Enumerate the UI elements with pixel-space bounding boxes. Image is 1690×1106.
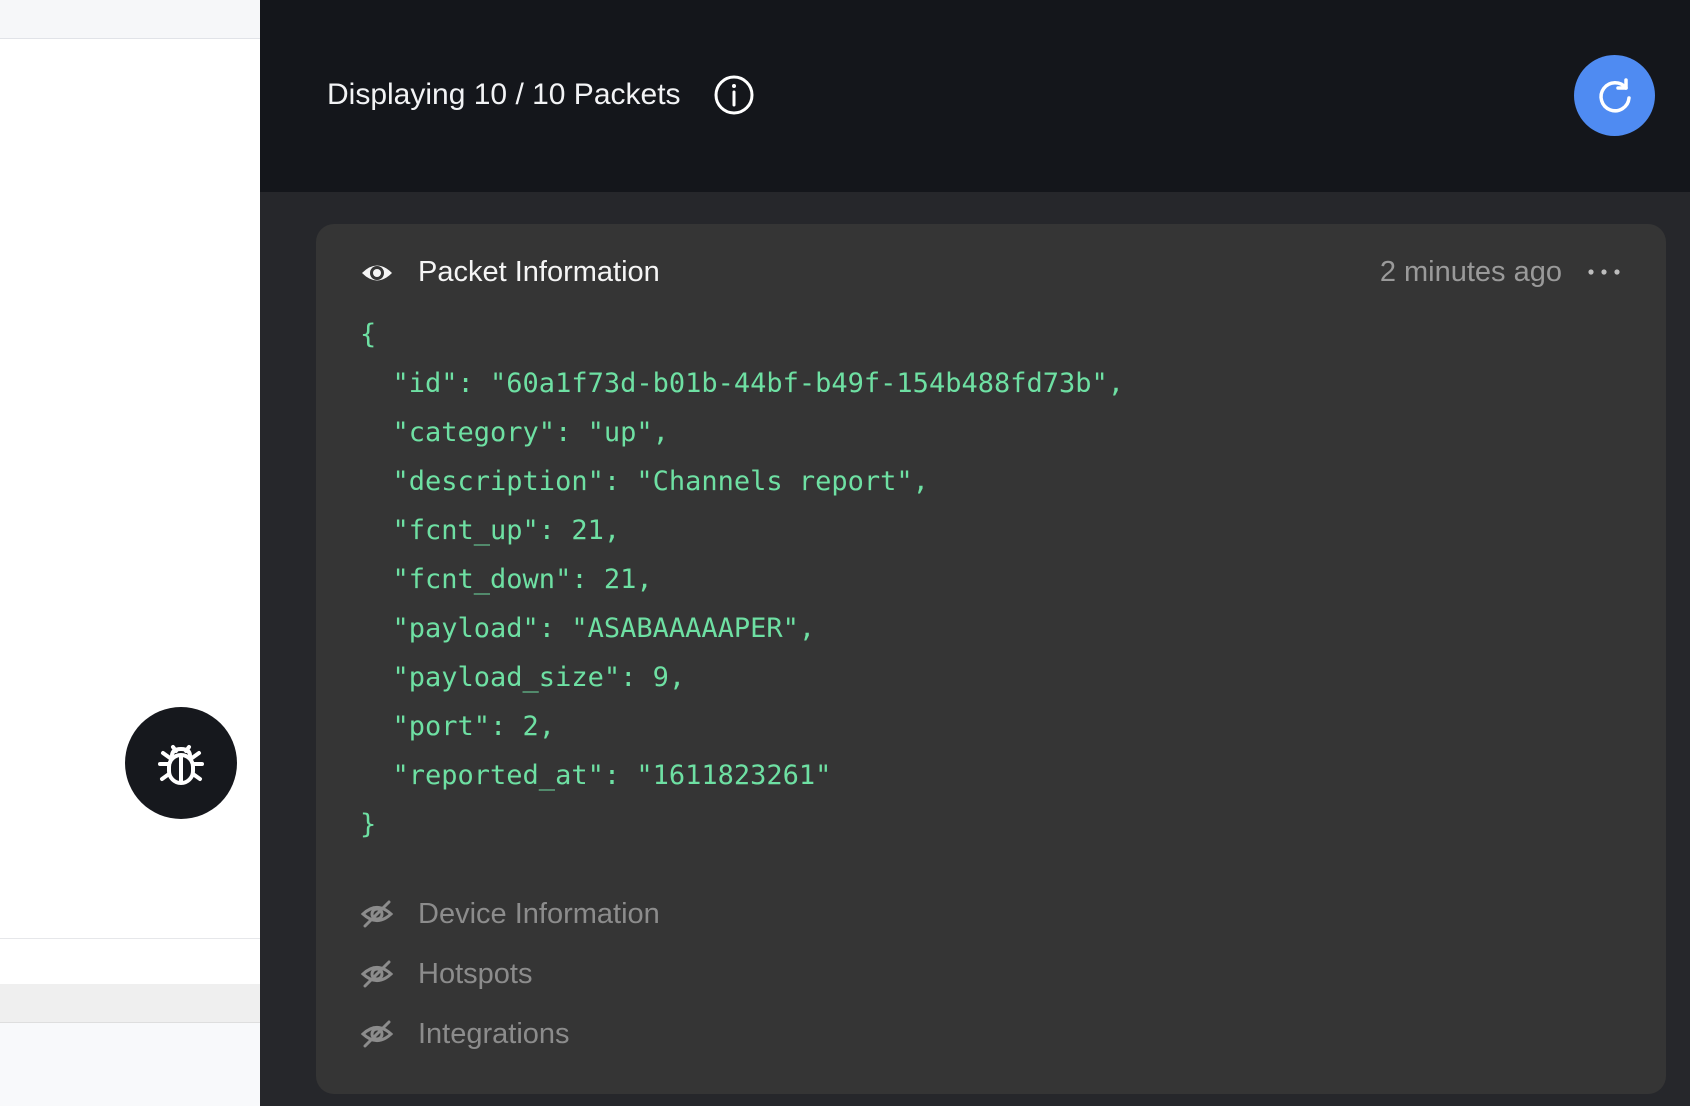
packet-count-title: Displaying 10 / 10 Packets [327,78,681,111]
footer-bar [0,984,260,1023]
json-line: "payload_size": 9, [360,662,686,693]
info-circle-icon[interactable] [713,74,755,116]
more-horizontal-icon[interactable] [1586,260,1622,284]
background-page [0,0,260,1106]
section-hotspots[interactable]: Hotspots [360,954,532,994]
json-line: "category": "up", [360,417,669,448]
divider [0,938,260,939]
debug-panel: Displaying 10 / 10 Packets Packet Inform… [260,0,1690,1106]
page-topbar [0,0,260,39]
footer-area [0,1023,260,1106]
json-line: } [360,809,377,840]
packet-timestamp: 2 minutes ago [1379,256,1562,288]
refresh-icon [1598,77,1631,112]
json-line: "payload": "ASABAAAAAPER", [360,613,816,644]
section-device-information[interactable]: Device Information [360,894,660,934]
eye-off-icon [360,900,394,928]
section-label: Integrations [418,1017,570,1050]
json-line: { [360,319,377,350]
json-line: "description": "Channels report", [360,466,929,497]
panel-header: Displaying 10 / 10 Packets [260,0,1690,192]
bug-icon [158,745,204,785]
packet-card-header[interactable]: Packet Information 2 minutes ago [316,224,1666,314]
section-integrations[interactable]: Integrations [360,1014,570,1054]
json-line: "fcnt_up": 21, [360,515,621,546]
eye-off-icon [360,1020,394,1048]
refresh-button[interactable] [1574,55,1655,136]
json-line: "reported_at": "1611823261" [360,760,832,791]
section-label: Device Information [418,897,660,930]
json-line: "id": "60a1f73d-b01b-44bf-b49f-154b488fd… [360,368,1125,399]
eye-icon[interactable] [360,256,394,290]
packet-card: Packet Information 2 minutes ago { "id":… [316,224,1666,1094]
section-label: Hotspots [418,957,533,990]
debug-toggle-button[interactable] [125,707,237,819]
json-line: "fcnt_down": 21, [360,564,653,595]
packet-json: { "id": "60a1f73d-b01b-44bf-b49f-154b488… [360,310,1124,849]
json-line: "port": 2, [360,711,556,742]
packet-information-title: Packet Information [418,256,660,288]
eye-off-icon [360,960,394,988]
